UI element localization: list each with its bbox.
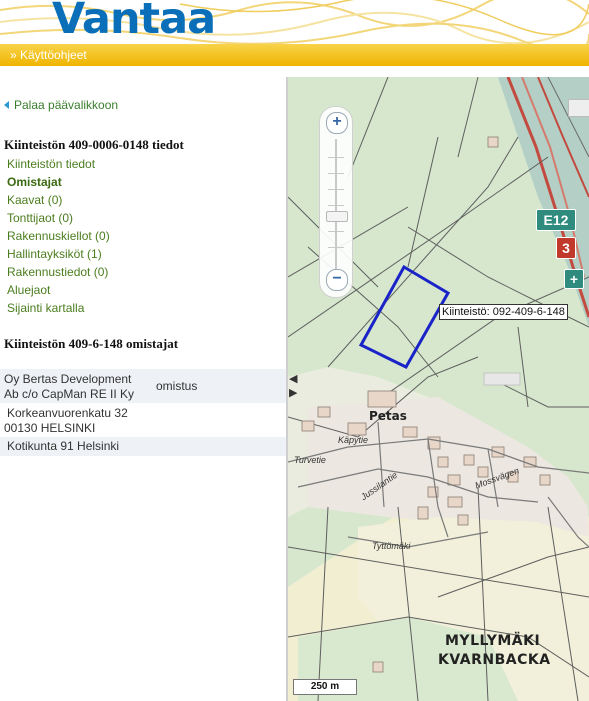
owner-address-row: Korkeanvuorenkatu 32 00130 HELSINKI	[0, 403, 287, 437]
menu-item-kaavat[interactable]: Kaavat (0)	[7, 191, 110, 209]
info-panel: Palaa päävalikkoon Kiinteistön 409-0006-…	[0, 77, 287, 701]
address-line1: Korkeanvuorenkatu 32	[7, 406, 128, 420]
street-tyttomaki: Tyttömäki	[372, 541, 411, 551]
owners-table: Oy Bertas Development Ab c/o CapMan RE I…	[0, 369, 287, 456]
menu-item-rakennuskiellot[interactable]: Rakennuskiellot (0)	[7, 227, 110, 245]
zoom-control: + −	[319, 106, 353, 298]
panel-toggle[interactable]: ◀ ▶	[288, 373, 300, 403]
owners-title: Kiinteistön 409-6-148 omistajat	[4, 336, 179, 351]
zoom-tick	[328, 189, 344, 190]
zoom-tick	[328, 205, 344, 206]
road-sign-3: 3	[556, 237, 576, 259]
property-title: Kiinteistön 409-0006-0148 tiedot	[4, 137, 184, 152]
help-link[interactable]: » Käyttöohjeet	[10, 48, 87, 62]
back-link-label: Palaa päävalikkoon	[14, 98, 119, 112]
back-arrow-icon	[4, 101, 9, 109]
top-bar: » Käyttöohjeet	[0, 44, 589, 66]
owner-address: Korkeanvuorenkatu 32 00130 HELSINKI	[4, 406, 128, 436]
place-kvarnbacka: KVARNBACKA	[438, 652, 551, 668]
plus-road-sign-icon: +	[564, 269, 584, 289]
menu-item-tonttijaot[interactable]: Tonttijaot (0)	[7, 209, 110, 227]
owner-name-line2: Ab c/o CapMan RE II Ky	[4, 387, 135, 401]
owner-row: Oy Bertas Development Ab c/o CapMan RE I…	[0, 369, 287, 403]
zoom-track[interactable]	[335, 139, 337, 269]
owner-name: Oy Bertas Development Ab c/o CapMan RE I…	[4, 372, 134, 402]
zoom-tick	[328, 247, 344, 248]
expand-right-icon[interactable]: ▶	[289, 387, 299, 399]
street-turvetie: Turvetie	[294, 455, 326, 465]
parcel-label: Kiinteistö: 092-409-6-148	[439, 304, 568, 320]
property-menu: Kiinteistön tiedot Omistajat Kaavat (0) …	[7, 155, 110, 317]
zoom-slider-handle[interactable]	[326, 211, 348, 222]
menu-item-aluejaot[interactable]: Aluejaot	[7, 281, 110, 299]
zoom-out-icon[interactable]: −	[326, 269, 348, 291]
zoom-tick	[328, 231, 344, 232]
place-myllymaki: MYLLYMÄKI	[445, 633, 541, 649]
header-spacer	[0, 66, 589, 77]
place-petas: Petas	[369, 409, 407, 423]
street-kapytie: Käpytie	[338, 435, 369, 445]
header: Vantaa	[0, 0, 589, 44]
menu-item-rakennustiedot[interactable]: Rakennustiedot (0)	[7, 263, 110, 281]
menu-item-kiinteiston-tiedot[interactable]: Kiinteistön tiedot	[7, 155, 110, 173]
map-view[interactable]: E12 3 + Petas MYLLYMÄKI KVARNBACKA Käpyt…	[288, 77, 589, 701]
owner-role: omistus	[156, 379, 198, 393]
address-line2: 00130 HELSINKI	[4, 421, 96, 435]
back-to-main-menu-link[interactable]: Palaa päävalikkoon	[4, 98, 118, 112]
menu-item-hallintayksikot[interactable]: Hallintayksiköt (1)	[7, 245, 110, 263]
vantaa-logo[interactable]: Vantaa	[52, 0, 216, 44]
collapse-left-icon[interactable]: ◀	[289, 373, 299, 385]
owner-municipality-row: Kotikunta 91 Helsinki	[0, 437, 287, 456]
highway-sign-icon	[568, 99, 589, 117]
owner-municipality: Kotikunta 91 Helsinki	[7, 439, 120, 453]
road-sign-e12: E12	[536, 209, 576, 231]
menu-item-omistajat[interactable]: Omistajat	[7, 173, 110, 191]
zoom-tick	[328, 157, 344, 158]
menu-item-sijainti-kartalla[interactable]: Sijainti kartalla	[7, 299, 110, 317]
owner-name-line1: Oy Bertas Development	[4, 372, 132, 386]
zoom-in-icon[interactable]: +	[326, 112, 348, 134]
zoom-tick	[328, 173, 344, 174]
selected-parcel-outline[interactable]	[358, 264, 451, 369]
scale-bar: 250 m	[293, 679, 357, 695]
